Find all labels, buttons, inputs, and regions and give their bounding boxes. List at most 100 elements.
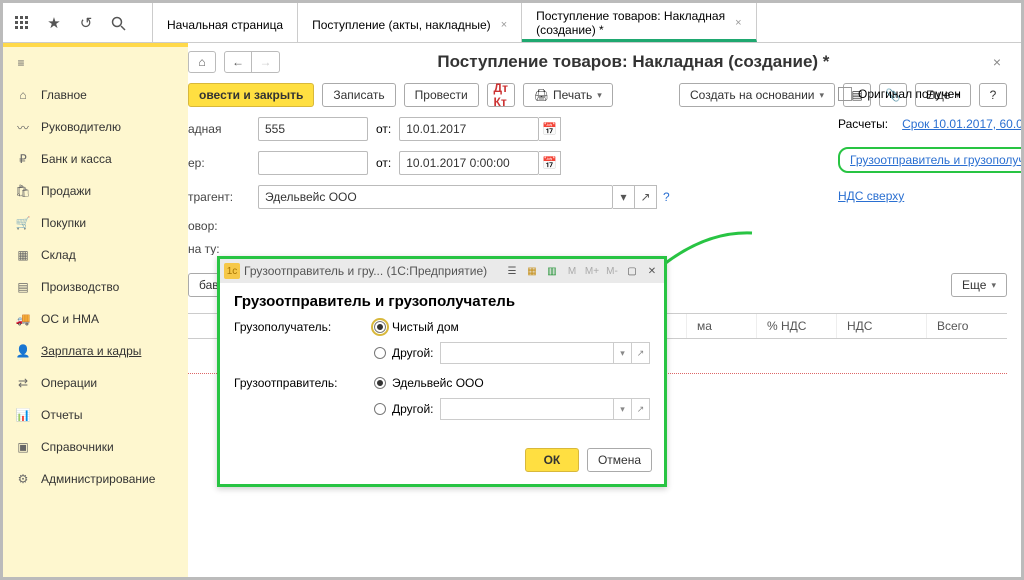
sidebar-item-catalogs[interactable]: ▣Справочники	[3, 431, 188, 463]
date-input[interactable]: 10.01.2017	[399, 117, 539, 141]
sidebar-item-sales[interactable]: 🛍 Продажи	[3, 175, 188, 207]
vat-mode-link[interactable]: НДС сверху	[838, 189, 904, 203]
dt-kt-button[interactable]: ДтКт	[487, 83, 515, 107]
sidebar-item-label: Операции	[41, 376, 97, 390]
close-icon[interactable]: ×	[501, 19, 507, 31]
sidebar-item-reports[interactable]: 📊Отчеты	[3, 399, 188, 431]
search-icon[interactable]	[109, 14, 127, 32]
th-vat: НДС	[837, 314, 927, 338]
sidebar-item-fixed-assets[interactable]: 🚚ОС и НМА	[3, 303, 188, 335]
table-more-button[interactable]: Еще	[951, 273, 1007, 297]
gear-icon: ⚙	[15, 471, 31, 487]
from-label: от:	[376, 122, 391, 136]
sidebar-item-bank[interactable]: ₽Банк и касса	[3, 143, 188, 175]
calendar-icon[interactable]: 📅	[539, 117, 561, 141]
tab-receipts[interactable]: Поступление (акты, накладные) ×	[298, 3, 522, 42]
other-label: Другой:	[392, 346, 434, 360]
number-input[interactable]: 555	[258, 117, 368, 141]
invoice-label: на ту:	[188, 243, 258, 255]
sidebar-item-label: Банк и касса	[41, 152, 112, 166]
calculations-link[interactable]: Срок 10.01.2017, 60.01, 60.02, зачет ава…	[902, 117, 1021, 131]
close-icon[interactable]: ×	[735, 17, 741, 29]
th-ma: ма	[687, 314, 757, 338]
back-button[interactable]: ←	[224, 51, 252, 73]
factory-icon: ▤	[15, 279, 31, 295]
sidebar-item-admin[interactable]: ⚙ Администрирование	[3, 463, 188, 495]
dropdown-icon[interactable]: ▾	[613, 185, 635, 209]
app-bar: ★ ↺ Начальная страница Поступление (акты…	[3, 3, 1021, 43]
tab-label: Поступление (акты, накладные)	[312, 18, 491, 32]
help-link[interactable]: ?	[663, 190, 670, 204]
calculations-label: Расчеты:	[838, 117, 888, 131]
sidebar-item-salary[interactable]: 👤Зарплата и кадры	[3, 335, 188, 367]
sidebar-item-label: ОС и НМА	[41, 312, 99, 326]
cancel-button[interactable]: Отмена	[587, 448, 652, 472]
sidebar-item-purchases[interactable]: 🛒Покупки	[3, 207, 188, 239]
sidebar-item-label: Администрирование	[41, 472, 155, 486]
calendar-icon[interactable]: 📅	[539, 151, 561, 175]
window-icon[interactable]: ▥	[544, 263, 560, 279]
close-button[interactable]: ×	[987, 54, 1007, 70]
m-icon[interactable]: M	[564, 263, 580, 279]
mminus-icon[interactable]: M-	[604, 263, 620, 279]
home-icon: ⌂	[15, 87, 31, 103]
shipper-consignee-link[interactable]: Грузоотправитель и грузополучатель	[838, 147, 1021, 173]
app-logo-icon: 1c	[224, 263, 240, 279]
tab-goods-receipt[interactable]: Поступление товаров: Накладная(создание)…	[522, 3, 756, 42]
sidebar-item-production[interactable]: ▤ Производство	[3, 271, 188, 303]
consignee-other-input[interactable]: ▾↗	[440, 342, 651, 364]
print-button[interactable]: 🖨Печать	[523, 83, 613, 107]
org-input[interactable]	[258, 151, 368, 175]
sidebar-item-stock[interactable]: ▦Склад	[3, 239, 188, 271]
maximize-icon[interactable]: ▢	[624, 263, 640, 279]
sidebar-item-label: Продажи	[41, 184, 91, 198]
contract-label: овор:	[188, 219, 258, 233]
sidebar-item-label: Зарплата и кадры	[41, 344, 141, 358]
open-icon[interactable]: ↗	[635, 185, 657, 209]
sidebar-menu-button[interactable]: ≡	[3, 47, 188, 79]
sidebar-item-label: Производство	[41, 280, 119, 294]
tabs: Начальная страница Поступление (акты, на…	[153, 3, 1021, 42]
window-icon[interactable]: ▦	[524, 263, 540, 279]
from-label-2: от:	[376, 156, 391, 170]
other-label: Другой:	[392, 402, 434, 416]
ok-button[interactable]: ОК	[525, 448, 579, 472]
tab-label: Поступление товаров: Накладная(создание)…	[536, 9, 725, 37]
close-icon[interactable]: ✕	[644, 263, 660, 279]
post-and-close-button[interactable]: овести и закрыть	[188, 83, 314, 107]
bag-icon: 🛍	[15, 183, 31, 199]
create-based-button[interactable]: Создать на основании	[679, 83, 835, 107]
contragent-input[interactable]: Эдельвейс ООО	[258, 185, 613, 209]
sidebar-item-operations[interactable]: ⇄ Операции	[3, 367, 188, 399]
doc-title: Поступление товаров: Накладная (создание…	[288, 52, 979, 72]
consignee-default-radio[interactable]	[374, 321, 386, 333]
post-button[interactable]: Провести	[404, 83, 479, 107]
write-button[interactable]: Записать	[322, 83, 395, 107]
dialog-window-title: Грузоотправитель и гру... (1С:Предприяти…	[244, 264, 487, 278]
apps-icon[interactable]	[13, 14, 31, 32]
consignee-other-radio[interactable]	[374, 347, 386, 359]
mplus-icon[interactable]: M+	[584, 263, 600, 279]
window-icon[interactable]: ☰	[504, 263, 520, 279]
sidebar-item-main[interactable]: ⌂Главное	[3, 79, 188, 111]
datetime-input[interactable]: 10.01.2017 0:00:00	[399, 151, 539, 175]
th-vat-pct: % НДС	[757, 314, 837, 338]
contragent-label: трагент:	[188, 190, 258, 204]
shipper-other-radio[interactable]	[374, 403, 386, 415]
history-icon[interactable]: ↺	[77, 14, 95, 32]
consignee-label: Грузополучатель:	[234, 320, 374, 334]
number-label: адная	[188, 122, 258, 136]
cart-icon: 🛒	[15, 215, 31, 231]
sidebar-item-manager[interactable]: 〰Руководителю	[3, 111, 188, 143]
tab-home[interactable]: Начальная страница	[153, 3, 298, 42]
tab-label: Начальная страница	[167, 18, 283, 32]
star-icon[interactable]: ★	[45, 14, 63, 32]
shipper-default-radio[interactable]	[374, 377, 386, 389]
forward-button[interactable]: →	[252, 51, 280, 73]
shipper-other-input[interactable]: ▾↗	[440, 398, 651, 420]
home-button[interactable]: ⌂	[188, 51, 216, 73]
consignee-default-value: Чистый дом	[392, 320, 459, 334]
operations-icon: ⇄	[15, 375, 31, 391]
original-received-checkbox[interactable]: Оригинал получен	[838, 87, 1021, 101]
sidebar-item-label: Склад	[41, 248, 76, 262]
